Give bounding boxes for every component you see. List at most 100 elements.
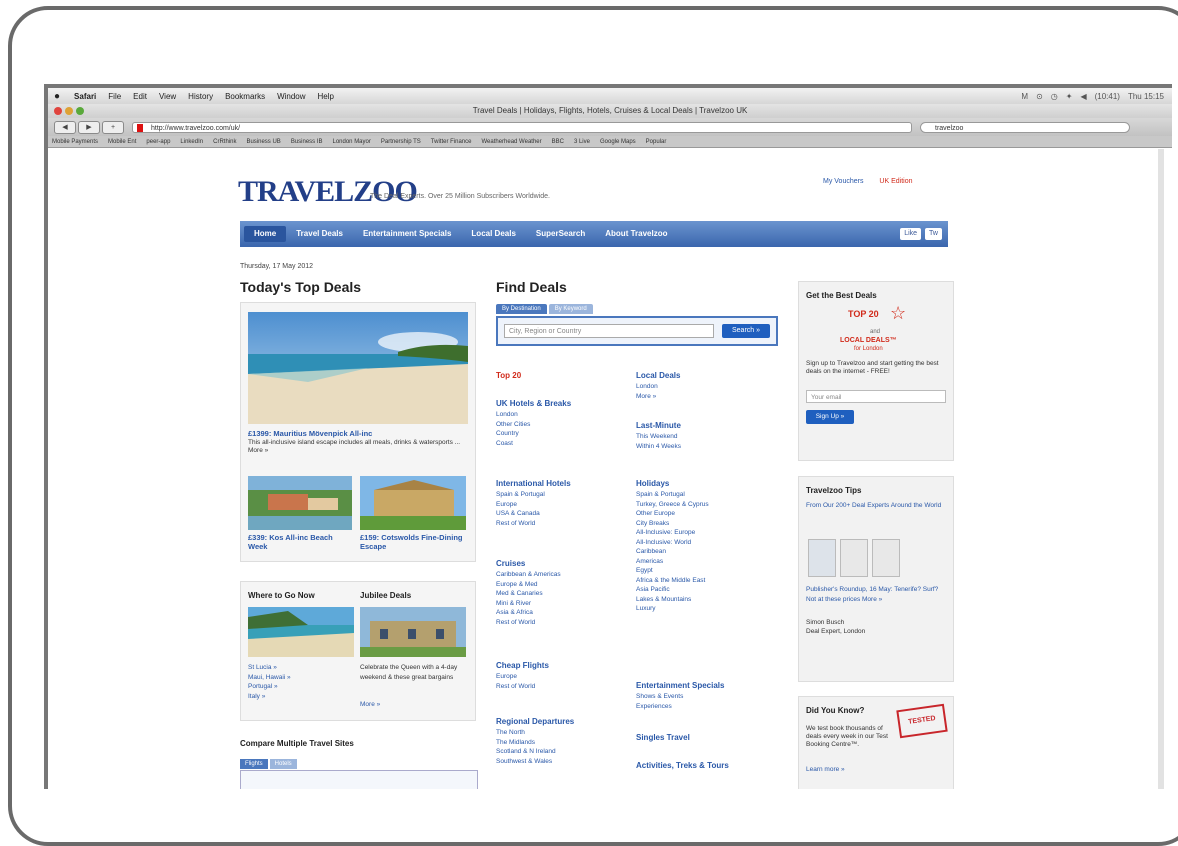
bookmark-item[interactable]: Mobile Ent	[108, 139, 136, 145]
menu-edit[interactable]: Edit	[133, 92, 147, 101]
link[interactable]: Shows & Events	[636, 692, 683, 702]
link-italy[interactable]: Italy »	[248, 692, 291, 702]
status-volume-icon[interactable]: ◀	[1080, 92, 1086, 101]
link-maui[interactable]: Maui, Hawaii »	[248, 673, 291, 683]
tab-flights[interactable]: Flights	[240, 759, 268, 769]
link[interactable]: USA & Canada	[496, 509, 545, 519]
link[interactable]: Asia & Africa	[496, 608, 561, 618]
search-button[interactable]: Search »	[722, 324, 770, 338]
tab-by-destination[interactable]: By Destination	[496, 304, 547, 314]
menu-view[interactable]: View	[159, 92, 176, 101]
jubilee-image[interactable]	[360, 607, 466, 657]
link[interactable]: Rest of World	[496, 618, 561, 628]
nav-supersearch[interactable]: SuperSearch	[526, 226, 595, 242]
nav-travel-deals[interactable]: Travel Deals	[286, 226, 353, 242]
deal-title-kos[interactable]: £339: Kos All-inc Beach Week	[248, 533, 348, 551]
link[interactable]: London	[636, 382, 658, 392]
link[interactable]: Country	[496, 429, 530, 439]
link[interactable]: Turkey, Greece & Cyprus	[636, 500, 709, 510]
link[interactable]: London	[496, 410, 530, 420]
compare-form[interactable]	[240, 770, 478, 789]
link[interactable]: More »	[636, 392, 658, 402]
st-lucia-image[interactable]	[248, 607, 354, 657]
edition-selector[interactable]: UK Edition	[879, 178, 912, 185]
apple-menu-icon[interactable]: ●	[54, 91, 60, 102]
tab-by-keyword[interactable]: By Keyword	[548, 304, 593, 314]
link[interactable]: Other Europe	[636, 509, 709, 519]
link-portugal[interactable]: Portugal »	[248, 682, 291, 692]
last-minute-heading[interactable]: Last-Minute	[636, 421, 681, 430]
regional-heading[interactable]: Regional Departures	[496, 717, 574, 726]
link[interactable]: Europe & Med	[496, 580, 561, 590]
entertainment-heading[interactable]: Entertainment Specials	[636, 681, 724, 690]
link-st-lucia[interactable]: St Lucia »	[248, 663, 291, 673]
bookmark-item[interactable]: peer-app	[146, 139, 170, 145]
link[interactable]: Africa & the Middle East	[636, 576, 709, 586]
link[interactable]: Coast	[496, 439, 530, 449]
expert-avatar[interactable]	[872, 539, 900, 577]
status-clock[interactable]: Thu 15:15	[1128, 92, 1164, 101]
jubilee-more-link[interactable]: More »	[360, 700, 380, 710]
link[interactable]: Europe	[496, 500, 545, 510]
bookmark-item[interactable]: BBC	[552, 139, 564, 145]
cruises-heading[interactable]: Cruises	[496, 559, 525, 568]
link[interactable]: Lakes & Mountains	[636, 595, 709, 605]
nav-local-deals[interactable]: Local Deals	[461, 226, 525, 242]
kos-resort-image[interactable]	[248, 476, 352, 530]
nav-home[interactable]: Home	[244, 226, 287, 242]
link[interactable]: Spain & Portugal	[636, 490, 709, 500]
back-button[interactable]: ◀	[54, 120, 76, 134]
link[interactable]: All-Inclusive: World	[636, 538, 709, 548]
tab-hotels[interactable]: Hotels	[269, 759, 297, 769]
learn-more-link[interactable]: Learn more »	[806, 765, 845, 775]
link[interactable]: Southwest & Wales	[496, 757, 556, 767]
forward-button[interactable]: ▶	[78, 120, 100, 134]
local-deals-heading[interactable]: Local Deals	[636, 371, 680, 380]
expert-avatar[interactable]	[808, 539, 836, 577]
link[interactable]: Egypt	[636, 566, 709, 576]
link[interactable]: Scotland & N Ireland	[496, 747, 556, 757]
bookmark-item[interactable]: London Mayor	[333, 139, 371, 145]
deal-title-cotswolds[interactable]: £159: Cotswolds Fine-Dining Escape	[360, 533, 466, 551]
intl-hotels-heading[interactable]: International Hotels	[496, 479, 571, 488]
link[interactable]: Americas	[636, 557, 709, 567]
singles-travel-link[interactable]: Singles Travel	[636, 733, 690, 742]
menu-bookmarks[interactable]: Bookmarks	[225, 92, 265, 101]
email-input[interactable]: Your email	[806, 390, 946, 403]
link[interactable]: Caribbean & Americas	[496, 570, 561, 580]
uk-hotels-heading[interactable]: UK Hotels & Breaks	[496, 399, 571, 408]
menu-help[interactable]: Help	[318, 92, 334, 101]
link[interactable]: All-Inclusive: Europe	[636, 528, 709, 538]
menu-window[interactable]: Window	[277, 92, 305, 101]
holidays-heading[interactable]: Holidays	[636, 479, 669, 488]
tips-post-link[interactable]: Publisher's Roundup, 16 May: Tenerife? S…	[806, 585, 946, 604]
bookmark-item[interactable]: CrRthink	[213, 139, 236, 145]
facebook-like-button[interactable]: Like	[900, 228, 922, 240]
link[interactable]: Asia Pacific	[636, 585, 709, 595]
link[interactable]: Rest of World	[496, 682, 535, 692]
cotswolds-manor-image[interactable]	[360, 476, 466, 530]
link[interactable]: This Weekend	[636, 432, 681, 442]
bookmark-item[interactable]: Twitter Finance	[431, 139, 472, 145]
sign-up-button[interactable]: Sign Up »	[806, 410, 854, 424]
status-battery[interactable]: (10:41)	[1095, 92, 1120, 101]
link[interactable]: City Breaks	[636, 519, 709, 529]
my-vouchers-link[interactable]: My Vouchers	[823, 178, 863, 185]
status-bluetooth-icon[interactable]: ✦	[1066, 92, 1073, 101]
top20-link[interactable]: Top 20	[496, 371, 521, 380]
nav-entertainment[interactable]: Entertainment Specials	[353, 226, 461, 242]
twitter-button[interactable]: Tw	[925, 228, 942, 240]
bookmark-item[interactable]: LinkedIn	[180, 139, 203, 145]
menu-file[interactable]: File	[108, 92, 121, 101]
activities-link[interactable]: Activities, Treks & Tours	[636, 761, 729, 770]
link[interactable]: Europe	[496, 672, 535, 682]
destination-input[interactable]: City, Region or Country	[504, 324, 714, 338]
bookmark-item[interactable]: Business IB	[291, 139, 323, 145]
link[interactable]: Mini & River	[496, 599, 561, 609]
status-sync-icon[interactable]: ⊙	[1036, 92, 1043, 101]
bookmark-item[interactable]: Weatherhead Weather	[481, 139, 541, 145]
menu-safari[interactable]: Safari	[74, 92, 96, 101]
google-search-field[interactable]: travelzoo	[920, 121, 1130, 133]
bookmark-item[interactable]: Google Maps	[600, 139, 636, 145]
bookmark-item[interactable]: Partnership TS	[381, 139, 421, 145]
